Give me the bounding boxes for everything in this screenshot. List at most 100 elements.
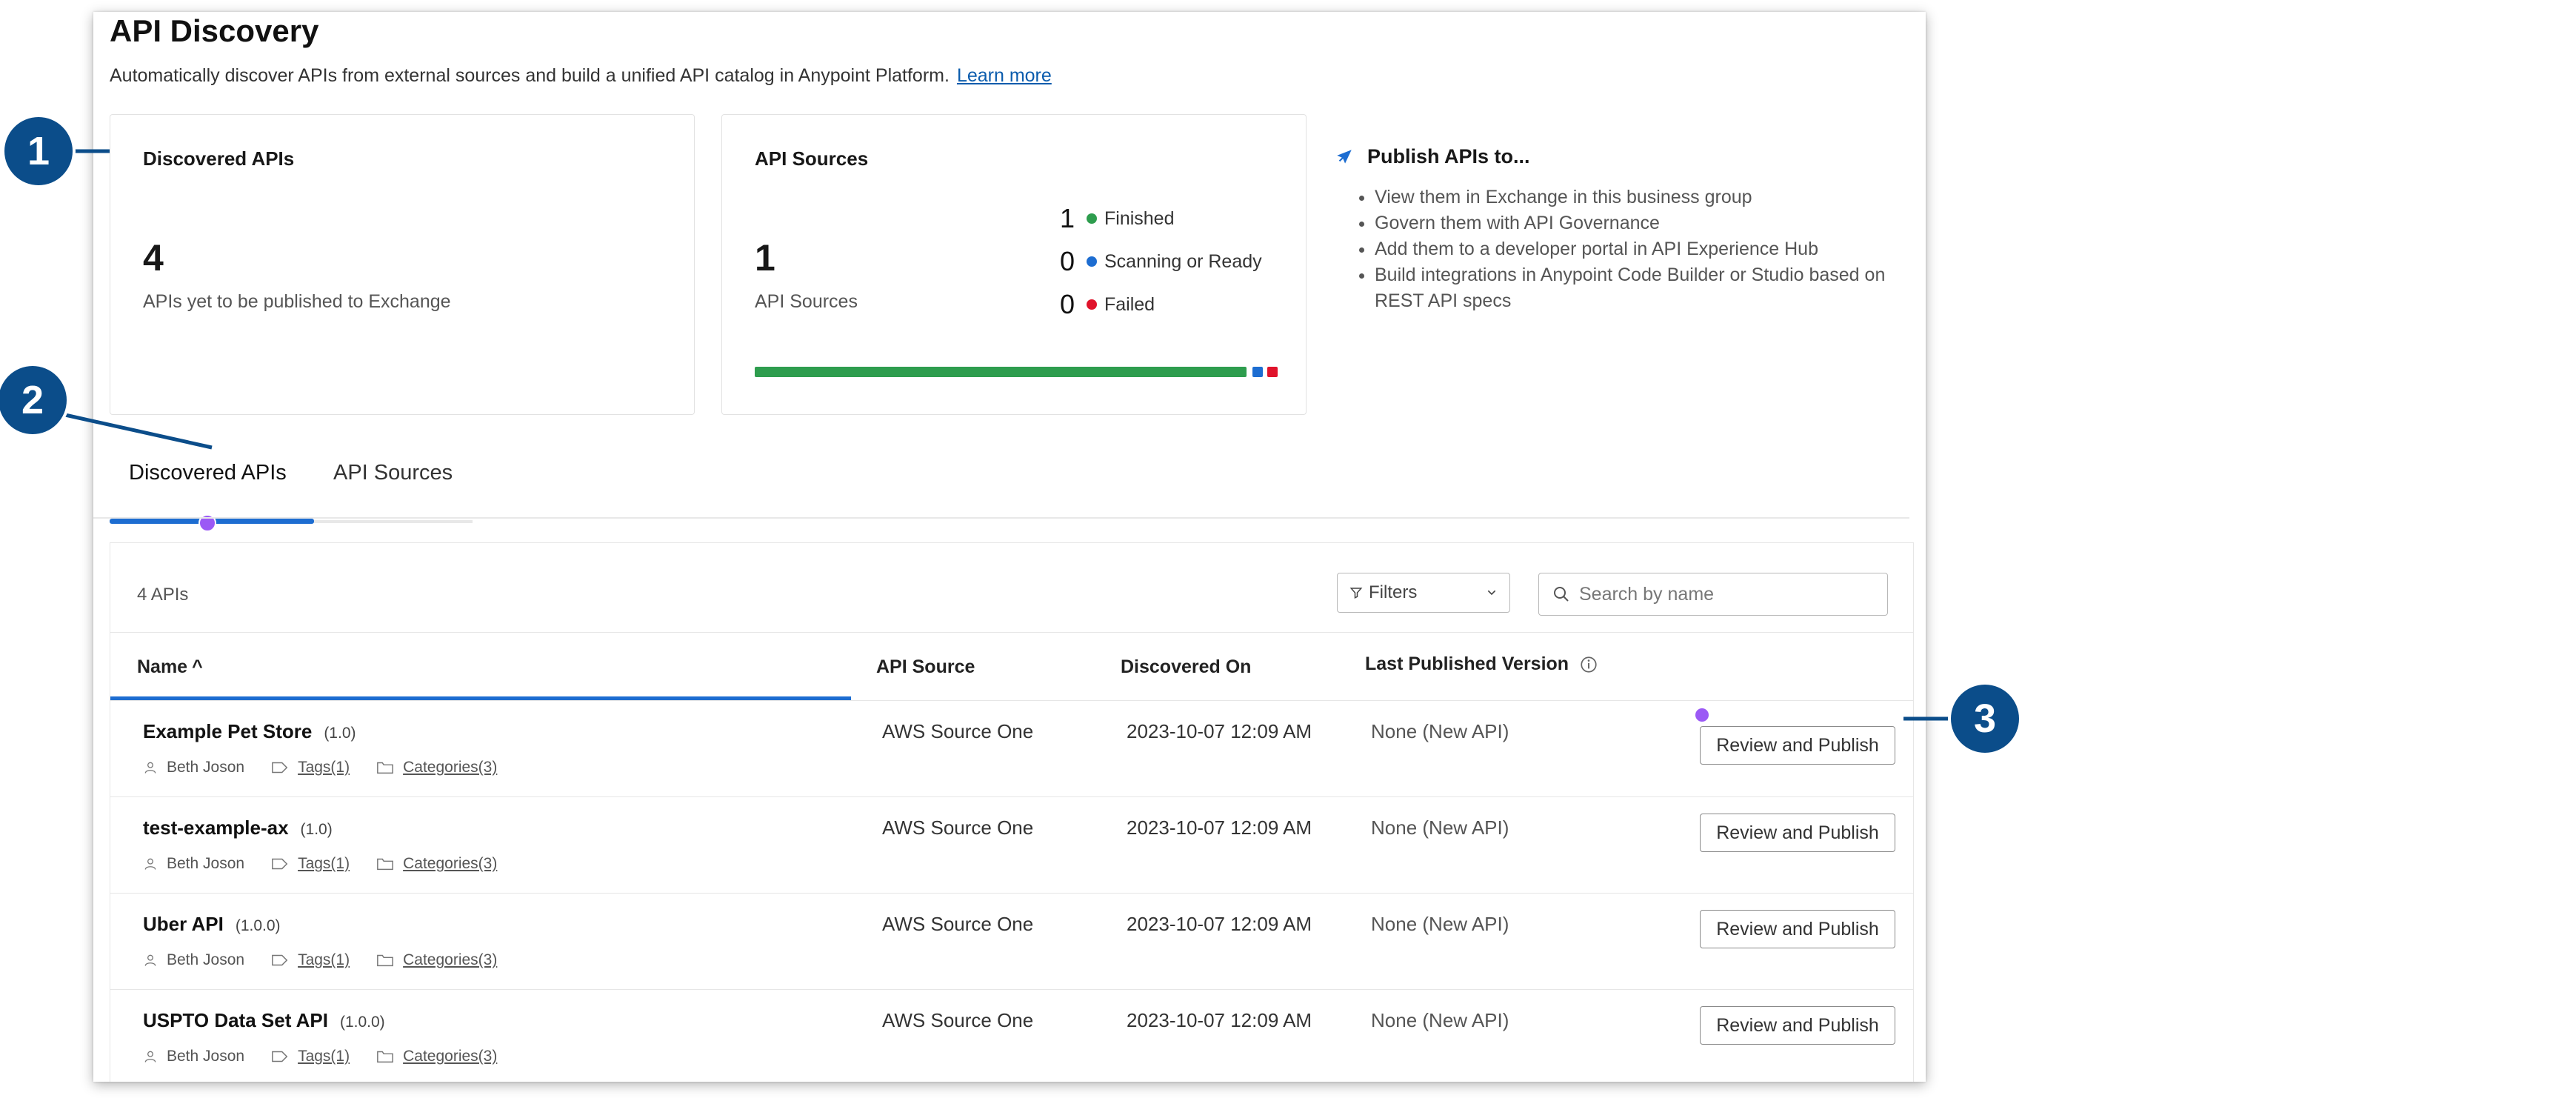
api-name[interactable]: Example Pet Store (1.0) xyxy=(143,720,356,743)
column-version-label: Last Published Version xyxy=(1365,653,1569,674)
failed-bar xyxy=(1267,367,1278,377)
callout-1: 1 xyxy=(4,117,73,185)
page-title: API Discovery xyxy=(110,13,319,48)
api-sources-card-title: API Sources xyxy=(755,147,869,170)
api-name[interactable]: USPTO Data Set API (1.0.0) xyxy=(143,1009,385,1032)
api-sources-count: 1 xyxy=(755,237,775,279)
categories-link[interactable]: Categories(3) xyxy=(403,759,497,776)
column-discovered-on[interactable]: Discovered On xyxy=(1121,656,1251,678)
filters-dropdown[interactable]: Filters xyxy=(1337,573,1510,613)
column-name-label: Name xyxy=(137,656,188,677)
chevron-down-icon xyxy=(1486,587,1498,599)
discovered-apis-count: 4 xyxy=(143,237,164,279)
review-and-publish-button[interactable]: Review and Publish xyxy=(1700,726,1895,765)
tag-icon xyxy=(271,1049,289,1064)
column-api-source[interactable]: API Source xyxy=(876,656,975,678)
api-source: AWS Source One xyxy=(882,816,1034,839)
api-name-text: test-example-ax xyxy=(143,816,289,839)
sort-ascending-icon: ^ xyxy=(192,656,203,677)
filter-icon xyxy=(1349,586,1363,599)
api-name[interactable]: Uber API (1.0.0) xyxy=(143,913,281,936)
last-published-version: None (New API) xyxy=(1371,913,1509,935)
publish-item: Build integrations in Anypoint Code Buil… xyxy=(1375,262,1898,314)
api-name[interactable]: test-example-ax (1.0) xyxy=(143,816,333,839)
page-subtitle: Automatically discover APIs from externa… xyxy=(110,65,1052,87)
tags-link[interactable]: Tags(1) xyxy=(298,951,350,969)
search-input[interactable] xyxy=(1578,582,1862,606)
last-published-version: None (New API) xyxy=(1371,1009,1509,1031)
search-box xyxy=(1538,573,1888,616)
discovered-apis-card: Discovered APIs 4 APIs yet to be publish… xyxy=(110,114,695,415)
folder-icon xyxy=(376,1049,394,1064)
api-owner: Beth Joson xyxy=(167,855,245,872)
tags-link[interactable]: Tags(1) xyxy=(298,759,350,776)
stat-finished-label: Finished xyxy=(1104,207,1175,229)
folder-icon xyxy=(376,953,394,968)
folder-icon xyxy=(376,856,394,871)
publish-list: View them in Exchange in this business g… xyxy=(1375,184,1898,314)
stat-scanning-value: 0 xyxy=(1059,246,1075,276)
api-name-text: Uber API xyxy=(143,913,224,935)
discovered-on: 2023-10-07 12:09 AM xyxy=(1127,913,1312,935)
highlight-marker xyxy=(1695,708,1709,722)
learn-more-link[interactable]: Learn more xyxy=(957,65,1052,86)
review-and-publish-button[interactable]: Review and Publish xyxy=(1700,814,1895,852)
discovered-apis-label: APIs yet to be published to Exchange xyxy=(143,291,451,312)
api-meta: Beth Joson Tags(1) Categories(3) xyxy=(143,951,524,969)
rocket-icon xyxy=(1337,149,1352,164)
stat-finished: 1 Finished xyxy=(1041,203,1175,233)
api-sources-label: API Sources xyxy=(755,291,858,312)
user-icon xyxy=(143,1049,158,1064)
stat-finished-value: 1 xyxy=(1059,203,1075,233)
publish-item: Add them to a developer portal in API Ex… xyxy=(1375,236,1898,262)
api-sources-card: API Sources 1 API Sources 1 Finished 0 S… xyxy=(721,114,1307,415)
table-row: USPTO Data Set API (1.0.0) Beth Joson Tag… xyxy=(110,989,1913,1082)
tab-discovered-apis[interactable]: Discovered APIs xyxy=(129,461,287,485)
categories-link[interactable]: Categories(3) xyxy=(403,855,497,873)
publish-item: View them in Exchange in this business g… xyxy=(1375,184,1898,210)
publish-item: Govern them with API Governance xyxy=(1375,210,1898,236)
app-window: API Discovery Automatically discover API… xyxy=(93,12,1926,1082)
table-row: test-example-ax (1.0) Beth Joson Tags(1) … xyxy=(110,796,1913,894)
last-published-version: None (New API) xyxy=(1371,816,1509,839)
categories-link[interactable]: Categories(3) xyxy=(403,951,497,969)
callout-3: 3 xyxy=(1951,685,2019,753)
discovered-on: 2023-10-07 12:09 AM xyxy=(1127,816,1312,839)
review-and-publish-button[interactable]: Review and Publish xyxy=(1700,1006,1895,1045)
api-name-text: Example Pet Store xyxy=(143,720,313,742)
api-source: AWS Source One xyxy=(882,913,1034,935)
user-icon xyxy=(143,856,158,871)
tags-link[interactable]: Tags(1) xyxy=(298,1048,350,1065)
folder-icon xyxy=(376,760,394,775)
api-owner: Beth Joson xyxy=(167,951,245,968)
api-version: (1.0.0) xyxy=(339,1014,385,1031)
table-header: Name ^ API Source Discovered On Last Pub… xyxy=(110,632,1913,701)
info-icon[interactable] xyxy=(1579,655,1598,674)
api-owner: Beth Joson xyxy=(167,1048,245,1065)
tag-icon xyxy=(271,760,289,775)
user-icon xyxy=(143,760,158,775)
user-icon xyxy=(143,953,158,968)
scanning-bar xyxy=(1252,367,1263,377)
search-icon xyxy=(1554,587,1569,602)
api-source: AWS Source One xyxy=(882,720,1034,742)
discovered-on: 2023-10-07 12:09 AM xyxy=(1127,1009,1312,1031)
publish-title: Publish APIs to... xyxy=(1367,145,1530,167)
stat-failed-value: 0 xyxy=(1059,289,1075,319)
api-version: (1.0) xyxy=(300,821,333,838)
stat-scanning: 0 Scanning or Ready xyxy=(1041,246,1262,276)
tags-link[interactable]: Tags(1) xyxy=(298,855,350,873)
tab-api-sources[interactable]: API Sources xyxy=(333,461,453,485)
tag-icon xyxy=(271,856,289,871)
status-dot-icon xyxy=(1087,256,1097,267)
column-name[interactable]: Name ^ xyxy=(137,656,203,678)
sources-status-bar xyxy=(755,367,1303,377)
table-row: Uber API (1.0.0) Beth Joson Tags(1) Categ… xyxy=(110,893,1913,990)
api-count: 4 APIs xyxy=(137,585,189,605)
categories-link[interactable]: Categories(3) xyxy=(403,1048,497,1065)
stat-scanning-label: Scanning or Ready xyxy=(1104,250,1262,272)
api-version: (1.0.0) xyxy=(235,917,281,934)
api-meta: Beth Joson Tags(1) Categories(3) xyxy=(143,855,524,873)
review-and-publish-button[interactable]: Review and Publish xyxy=(1700,910,1895,948)
discovered-apis-card-title: Discovered APIs xyxy=(143,147,295,170)
